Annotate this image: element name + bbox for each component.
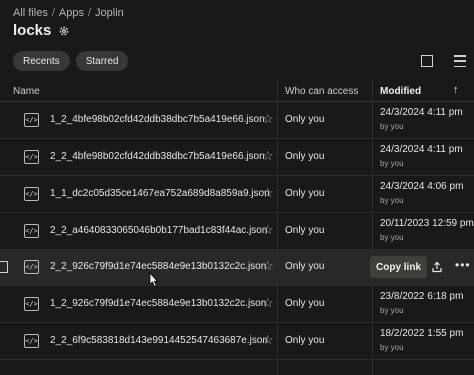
star-outline-icon[interactable]: ☆ xyxy=(262,222,274,238)
code-file-icon: </> xyxy=(24,150,39,164)
grid-view-toggle[interactable] xyxy=(421,55,433,67)
star-outline-icon[interactable]: ☆ xyxy=(262,258,274,274)
access-label: Only you xyxy=(285,188,325,199)
sort-arrow-icon[interactable]: ↑ xyxy=(453,84,459,96)
modified-by: by you xyxy=(380,306,404,315)
table-row[interactable]: </> 2_2_a4640833065046b0b177bad1c83f44ac.… xyxy=(0,213,474,250)
breadcrumb-separator: / xyxy=(51,7,55,19)
modified-date: 24/3/2024 4:11 pm xyxy=(380,107,463,118)
row-select-checkbox[interactable] xyxy=(0,261,8,273)
column-header-access: Who can access xyxy=(285,86,359,97)
star-outline-icon[interactable]: ☆ xyxy=(262,185,274,201)
access-label: Only you xyxy=(285,114,325,125)
modified-date: 18/2/2022 1:55 pm xyxy=(380,328,464,339)
code-file-icon: </> xyxy=(24,297,39,311)
breadcrumb-item-joplin[interactable]: Joplin xyxy=(95,7,124,19)
star-outline-icon[interactable]: ☆ xyxy=(262,148,274,164)
table-header: Name Who can access Modified ↑ xyxy=(0,80,474,102)
table-row[interactable]: </> 1_2_4bfe98b02cfd42ddb38dbc7b5a419e66.… xyxy=(0,102,474,139)
modified-date: 24/3/2024 4:11 pm xyxy=(380,144,463,155)
file-name[interactable]: 1_2_926c79f9d1e74ec5884e9e13b0132c2c.jso… xyxy=(50,298,266,309)
modified-by: by you xyxy=(380,159,404,168)
copy-link-button[interactable]: Copy link xyxy=(370,256,428,278)
breadcrumb: All files / Apps / Joplin xyxy=(13,7,124,19)
access-label: Only you xyxy=(285,298,325,309)
modified-by: by you xyxy=(380,196,404,205)
file-name[interactable]: 2_2_6f9c583818d143e9914452547463687e.jso… xyxy=(50,335,268,346)
column-header-name[interactable]: Name xyxy=(13,86,40,97)
modified-by: by you xyxy=(380,233,404,242)
file-name[interactable]: 1_1_dc2c05d35ce1467ea752a689d8a859a9.jso… xyxy=(50,188,270,199)
modified-date: 23/8/2022 6:18 pm xyxy=(380,291,464,302)
breadcrumb-separator: / xyxy=(87,7,92,19)
breadcrumb-item-all-files[interactable]: All files xyxy=(13,7,48,19)
code-file-icon: </> xyxy=(24,260,39,274)
gear-icon[interactable] xyxy=(58,25,70,37)
star-outline-icon[interactable]: ☆ xyxy=(262,111,274,127)
mouse-cursor-icon xyxy=(149,272,159,288)
code-file-icon: </> xyxy=(24,224,39,238)
code-file-icon: </> xyxy=(24,113,39,127)
column-header-modified[interactable]: Modified xyxy=(380,86,421,97)
filter-chips: Recents Starred xyxy=(13,51,129,71)
share-icon[interactable] xyxy=(429,259,445,275)
modified-by: by you xyxy=(380,343,404,352)
breadcrumb-item-apps[interactable]: Apps xyxy=(59,7,84,19)
code-file-icon: </> xyxy=(24,187,39,201)
modified-by: by you xyxy=(380,122,404,131)
star-outline-icon[interactable]: ☆ xyxy=(262,332,274,348)
modified-date: 20/11/2023 12:59 pm xyxy=(380,218,474,229)
file-name[interactable]: 1_2_4bfe98b02cfd42ddb38dbc7b5a419e66.jso… xyxy=(50,114,265,125)
access-label: Only you xyxy=(285,261,325,272)
access-label: Only you xyxy=(285,335,325,346)
table-row[interactable]: </> 2_2_4bfe98b02cfd42ddb38dbc7b5a419e66.… xyxy=(0,139,474,176)
table-row[interactable]: </> 1_1_dc2c05d35ce1467ea752a689d8a859a9.… xyxy=(0,176,474,213)
chip-recents[interactable]: Recents xyxy=(13,51,70,71)
table-row[interactable]: </> 2_2_926c79f9d1e74ec5884e9e13b0132c2c.… xyxy=(0,249,474,286)
table-row[interactable]: </> 2_2_6f9c583818d143e9914452547463687e.… xyxy=(0,323,474,360)
more-options-button[interactable]: ••• xyxy=(455,258,471,272)
code-file-icon: </> xyxy=(24,334,39,348)
chip-starred[interactable]: Starred xyxy=(75,51,129,71)
title-row: locks xyxy=(13,22,70,39)
file-name[interactable]: 2_2_926c79f9d1e74ec5884e9e13b0132c2c.jso… xyxy=(50,261,266,272)
access-label: Only you xyxy=(285,151,325,162)
file-name[interactable]: 2_2_4bfe98b02cfd42ddb38dbc7b5a419e66.jso… xyxy=(50,151,265,162)
table-row[interactable]: </> 1_2_926c79f9d1e74ec5884e9e13b0132c2c.… xyxy=(0,286,474,323)
file-name[interactable]: 2_2_a4640833065046b0b177bad1c83f44ac.jso… xyxy=(50,225,267,236)
page-title: locks xyxy=(13,22,52,39)
star-outline-icon[interactable]: ☆ xyxy=(262,295,274,311)
modified-date: 24/3/2024 4:06 pm xyxy=(380,181,464,192)
access-label: Only you xyxy=(285,225,325,236)
list-view-icon[interactable] xyxy=(454,55,466,67)
